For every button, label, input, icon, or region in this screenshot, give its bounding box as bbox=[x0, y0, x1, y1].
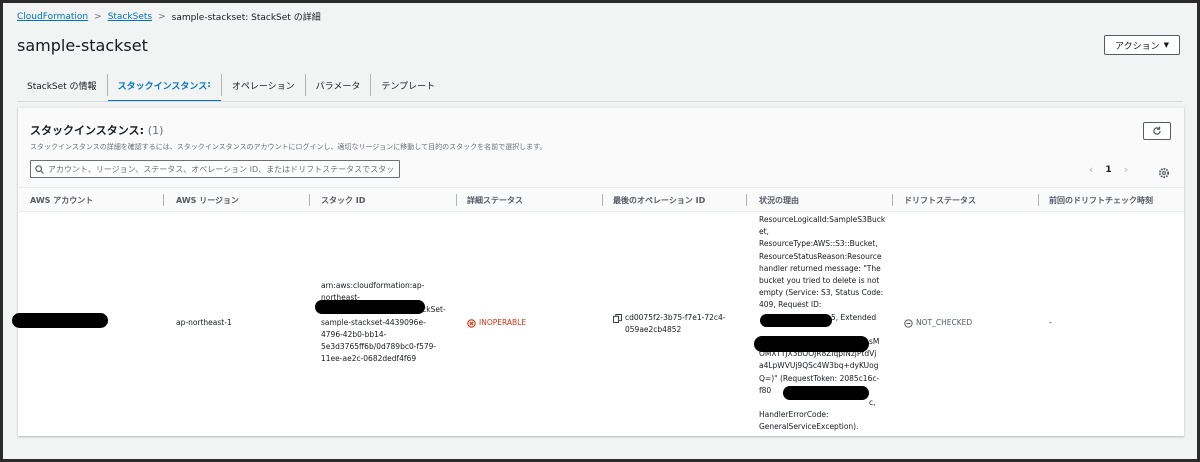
stack-id-line: sample-stackset-4439096e- bbox=[321, 317, 426, 327]
drift-status-cell: NOT_CHECKED bbox=[904, 317, 972, 329]
stack-instances-panel: スタックインスタンス: (1) スタックインスタンスの詳細を確認するには、スタッ… bbox=[12, 107, 1184, 436]
tab-parameters[interactable]: パラメータ bbox=[306, 74, 372, 96]
gear-icon[interactable] bbox=[1158, 164, 1170, 179]
search-input[interactable] bbox=[48, 164, 393, 174]
breadcrumb: CloudFormation > StackSets > sample-stac… bbox=[17, 10, 321, 24]
stack-id-line: 4796-42b0-bb14- bbox=[321, 329, 387, 339]
operation-id-text: cd0075f2-3b75-f7e1-72c4- 059ae2cb4852 bbox=[625, 312, 726, 336]
redacted-extended-id bbox=[754, 336, 869, 352]
tab-template[interactable]: テンプレート bbox=[371, 74, 445, 96]
breadcrumb-separator: > bbox=[94, 11, 102, 22]
breadcrumb-separator: > bbox=[158, 11, 166, 22]
status-reason-line: ResourceType:AWS::S3::Bucket, bbox=[759, 239, 878, 249]
breadcrumb-current: sample-stackset: StackSet の詳細 bbox=[171, 13, 321, 23]
column-header-status-reason[interactable]: 状況の理由 bbox=[759, 188, 799, 212]
table-header: AWS アカウント AWS リージョン スタック ID 詳細ステータス 最後のオ… bbox=[18, 188, 1184, 212]
page-title: sample-stackset bbox=[17, 36, 148, 55]
redacted-request-id bbox=[760, 314, 832, 327]
column-header-detail-status[interactable]: 詳細ステータス bbox=[467, 188, 523, 212]
stack-id-line: arn:aws:cloudformation:ap- bbox=[321, 281, 425, 290]
table-row: ap-northeast-1 arn:aws:cloudformation:ap… bbox=[12, 212, 1184, 436]
status-reason-line: ResourceLogicalId:SampleS3Buck bbox=[759, 215, 886, 224]
column-header-account[interactable]: AWS アカウント bbox=[30, 188, 93, 212]
drift-status-text: NOT_CHECKED bbox=[916, 318, 973, 327]
previous-page-icon[interactable]: ‹ bbox=[1089, 163, 1093, 176]
stack-id-cell: arn:aws:cloudformation:ap- northeast- k/… bbox=[321, 280, 456, 365]
copy-icon[interactable] bbox=[613, 314, 622, 323]
search-icon bbox=[35, 164, 44, 174]
breadcrumb-cloudformation[interactable]: CloudFormation bbox=[17, 12, 88, 22]
redacted-account bbox=[12, 313, 108, 328]
panel-header: スタックインスタンス: (1) スタックインスタンスの詳細を確認するには、スタッ… bbox=[18, 108, 1184, 188]
stack-id-line: 5e3d3765ff6b/0d789bc0-f579- bbox=[321, 342, 437, 352]
status-reason-line: a4LpWVUj9QSc4W3bq+dyKUog bbox=[759, 361, 879, 371]
error-icon bbox=[467, 318, 476, 328]
tab-stack-instances[interactable]: スタックインスタンス: bbox=[107, 74, 222, 102]
region-cell: ap-northeast-1 bbox=[176, 318, 232, 327]
breadcrumb-stacksets[interactable]: StackSets bbox=[108, 12, 152, 22]
operation-id-cell: cd0075f2-3b75-f7e1-72c4- 059ae2cb4852 bbox=[613, 312, 726, 336]
not-checked-icon bbox=[904, 318, 913, 328]
panel-title-text: スタックインスタンス bbox=[30, 124, 140, 137]
column-divider[interactable] bbox=[602, 194, 603, 206]
operation-id-line: 059ae2cb4852 bbox=[625, 325, 682, 335]
refresh-button[interactable] bbox=[1143, 122, 1171, 140]
column-divider[interactable] bbox=[746, 194, 747, 206]
column-divider[interactable] bbox=[163, 194, 164, 206]
instance-count: (1) bbox=[147, 124, 164, 137]
status-reason-line: 409, Request ID: bbox=[759, 300, 822, 310]
status-reason-line: handler returned message: "The bbox=[759, 263, 881, 273]
tab-stack-instances-label: スタックインスタンス bbox=[117, 81, 208, 92]
column-header-last-operation-id[interactable]: 最後のオペレーション ID bbox=[613, 188, 705, 212]
last-drift-check-cell: - bbox=[1049, 318, 1052, 327]
refresh-icon bbox=[1153, 126, 1161, 135]
status-reason-line: empty (Service: S3, Status Code: bbox=[759, 288, 884, 298]
stack-id-line: 11ee-ae2c-0682dedf4f69 bbox=[321, 354, 417, 364]
status-reason-line: Q=)" (RequestToken: 2085c16c- bbox=[759, 373, 880, 383]
detail-status-text: INOPERABLE bbox=[479, 318, 527, 327]
column-divider[interactable] bbox=[892, 194, 893, 206]
detail-status-cell: INOPERABLE bbox=[467, 317, 526, 329]
status-reason-line: HandlerErrorCode: bbox=[759, 410, 829, 420]
status-reason-line: et, bbox=[759, 227, 769, 237]
pagination: ‹ 1 › bbox=[1089, 163, 1128, 176]
column-header-drift-status[interactable]: ドリフトステータス bbox=[904, 188, 976, 212]
actions-button[interactable]: アクション ▼ bbox=[1104, 35, 1180, 55]
actions-button-label: アクション bbox=[1115, 41, 1160, 52]
operation-id-line: cd0075f2-3b75-f7e1-72c4- bbox=[625, 313, 726, 322]
redacted-stack-id bbox=[315, 300, 425, 314]
caret-down-icon: ▼ bbox=[1163, 41, 1169, 49]
tab-stackset-info[interactable]: StackSet の情報 bbox=[17, 74, 108, 96]
column-header-last-drift-check[interactable]: 前回のドリフトチェック時刻 bbox=[1049, 188, 1153, 212]
redacted-request-token bbox=[783, 386, 869, 400]
tabs-divider bbox=[17, 101, 1183, 102]
next-page-icon[interactable]: › bbox=[1124, 163, 1128, 176]
tab-bar: StackSet の情報 スタックインスタンス: オペレーション パラメータ テ… bbox=[17, 71, 445, 102]
column-header-region[interactable]: AWS リージョン bbox=[176, 188, 239, 212]
panel-title: スタックインスタンス: (1) bbox=[30, 124, 164, 137]
console-page: CloudFormation > StackSets > sample-stac… bbox=[3, 3, 1197, 459]
status-reason-line: bucket you tried to delete is not bbox=[759, 276, 880, 286]
column-divider[interactable] bbox=[456, 194, 457, 206]
tab-operations[interactable]: オペレーション bbox=[222, 74, 306, 96]
column-divider[interactable] bbox=[309, 194, 310, 206]
column-header-stack-id[interactable]: スタック ID bbox=[321, 188, 365, 212]
page-number[interactable]: 1 bbox=[1105, 165, 1111, 175]
status-reason-line: ResourceStatusReason:Resource bbox=[759, 251, 882, 261]
panel-description: スタックインスタンスの詳細を確認するには、スタックインスタンスのアカウントにログ… bbox=[30, 143, 547, 151]
column-divider[interactable] bbox=[1038, 194, 1039, 206]
search-box bbox=[30, 160, 400, 178]
status-reason-line: GeneralServiceException). bbox=[759, 422, 859, 432]
